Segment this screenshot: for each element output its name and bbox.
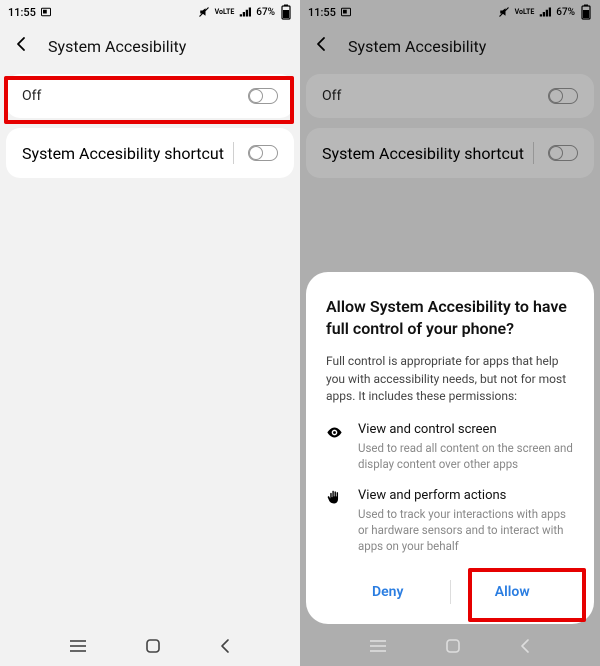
status-time: 11:55 — [8, 6, 36, 19]
dialog-title: Allow System Accesibility to have full c… — [326, 296, 574, 339]
accessibility-toggle-row[interactable]: Off — [306, 74, 594, 118]
permission-item-view: View and control screen Used to read all… — [326, 422, 574, 472]
screenshot-icon — [40, 6, 52, 18]
permission-item-actions: View and perform actions Used to track y… — [326, 488, 574, 554]
divider — [533, 142, 534, 164]
shortcut-label: System Accesibility shortcut — [22, 144, 224, 163]
page-title: System Accesibility — [48, 37, 186, 56]
battery-pct: 67% — [556, 7, 575, 18]
mute-icon — [198, 6, 210, 18]
nav-back-icon[interactable] — [218, 638, 232, 654]
shortcut-toggle[interactable] — [548, 145, 578, 161]
battery-icon — [280, 6, 292, 18]
signal-icon — [539, 6, 551, 18]
eye-icon — [326, 422, 344, 472]
toggle-switch[interactable] — [248, 88, 278, 104]
app-header: System Accesibility — [300, 24, 600, 68]
battery-pct: 67% — [256, 7, 275, 18]
permission-sub: Used to read all content on the screen a… — [358, 440, 574, 472]
nav-bar — [0, 626, 300, 666]
app-header: System Accesibility — [0, 24, 300, 68]
status-time: 11:55 — [308, 6, 336, 19]
permission-label: View and perform actions — [358, 488, 574, 503]
permission-label: View and control screen — [358, 422, 574, 437]
accessibility-toggle-row[interactable]: Off — [6, 74, 294, 118]
dialog-buttons: Deny Allow — [326, 570, 574, 614]
home-icon[interactable] — [445, 638, 461, 654]
divider — [233, 142, 234, 164]
page-title: System Accesibility — [348, 37, 486, 56]
hand-icon — [326, 488, 344, 554]
nav-bar — [300, 626, 600, 666]
allow-button[interactable]: Allow — [451, 570, 575, 614]
shortcut-toggle[interactable] — [248, 145, 278, 161]
screenshot-icon — [340, 6, 352, 18]
signal-icon — [239, 6, 251, 18]
home-icon[interactable] — [145, 638, 161, 654]
mute-icon — [498, 6, 510, 18]
shortcut-row[interactable]: System Accesibility shortcut — [6, 128, 294, 178]
network-label: VoLTE — [215, 9, 235, 16]
shortcut-label: System Accesibility shortcut — [322, 144, 524, 163]
battery-icon — [580, 6, 592, 18]
deny-button[interactable]: Deny — [326, 570, 450, 614]
permission-dialog: Allow System Accesibility to have full c… — [306, 272, 594, 624]
dialog-description: Full control is appropriate for apps tha… — [326, 353, 574, 405]
phone-screen-right: 11:55 VoLTE 67% System Accesibility — [300, 0, 600, 666]
back-icon[interactable] — [314, 36, 330, 56]
status-bar: 11:55 VoLTE 67% — [300, 0, 600, 24]
toggle-label: Off — [322, 88, 341, 104]
network-label: VoLTE — [515, 9, 535, 16]
recents-icon[interactable] — [368, 639, 388, 653]
phone-screen-left: 11:55 VoLTE 67% System Accesibility — [0, 0, 300, 666]
recents-icon[interactable] — [68, 639, 88, 653]
back-icon[interactable] — [14, 36, 30, 56]
status-bar: 11:55 VoLTE 67% — [0, 0, 300, 24]
toggle-label: Off — [22, 88, 41, 104]
nav-back-icon[interactable] — [518, 638, 532, 654]
permission-sub: Used to track your interactions with app… — [358, 506, 574, 554]
shortcut-row[interactable]: System Accesibility shortcut — [306, 128, 594, 178]
toggle-switch[interactable] — [548, 88, 578, 104]
